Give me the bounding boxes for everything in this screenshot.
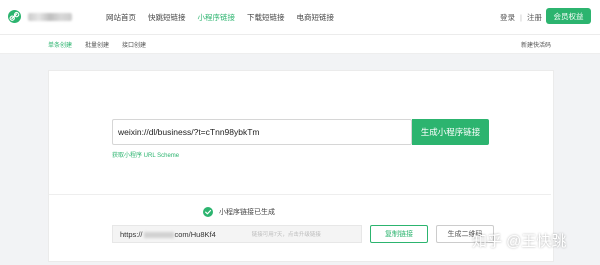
tab-api-create[interactable]: 接口创建 bbox=[122, 40, 146, 49]
url-input-field[interactable]: weixin://dl/business/?t=cTnn98ybkTm bbox=[112, 119, 412, 145]
register-link[interactable]: 注册 bbox=[527, 12, 542, 23]
login-link[interactable]: 登录 bbox=[500, 12, 515, 23]
auth-links: 登录 | 注册 bbox=[500, 12, 542, 23]
result-link-url: https:// com/Hu8Kf4 bbox=[120, 230, 216, 239]
generated-status: 小程序链接已生成 bbox=[203, 207, 275, 217]
auth-separator: | bbox=[520, 13, 522, 22]
nav-item-ecommerce-link[interactable]: 电商短链接 bbox=[297, 12, 335, 23]
new-quick-code-link[interactable]: 新建快活码 bbox=[521, 40, 551, 49]
create-mode-tabs: 单条创建 批量创建 接口创建 新建快活码 bbox=[0, 35, 600, 54]
generated-status-text: 小程序链接已生成 bbox=[219, 209, 275, 216]
site-name-blurred bbox=[28, 13, 72, 21]
vip-benefits-button[interactable]: 会员权益 bbox=[546, 8, 591, 24]
nav-item-miniprogram-link[interactable]: 小程序链接 bbox=[198, 12, 236, 23]
link-validity-note: 链接可用7天，点击升级链接 bbox=[251, 232, 321, 238]
url-mask bbox=[143, 231, 174, 238]
check-circle-icon bbox=[203, 207, 213, 217]
nav-item-download-link[interactable]: 下载短链接 bbox=[247, 12, 285, 23]
result-url-suffix: com/Hu8Kf4 bbox=[174, 229, 216, 239]
generate-link-button[interactable]: 生成小程序链接 bbox=[412, 119, 489, 145]
result-url-prefix: https:// bbox=[120, 229, 143, 239]
get-url-scheme-link[interactable]: 获取小程序 URL Scheme bbox=[112, 150, 179, 159]
nav-item-quick-link[interactable]: 快跳短链接 bbox=[148, 12, 186, 23]
watermark: 知乎 @王快跳 bbox=[472, 233, 567, 250]
tab-single-create[interactable]: 单条创建 bbox=[48, 40, 72, 49]
tab-batch-create[interactable]: 批量创建 bbox=[85, 40, 109, 49]
result-link-box[interactable]: https:// com/Hu8Kf4 链接可用7天，点击升级链接 bbox=[112, 225, 362, 243]
copy-link-button[interactable]: 复制链接 bbox=[370, 225, 428, 243]
divider bbox=[49, 194, 551, 195]
nav-item-home[interactable]: 网站首页 bbox=[106, 12, 136, 23]
top-navbar: 网站首页 快跳短链接 小程序链接 下载短链接 电商短链接 登录 | 注册 会员权… bbox=[0, 0, 600, 35]
link-logo-icon[interactable] bbox=[8, 10, 21, 23]
url-input-value: weixin://dl/business/?t=cTnn98ybkTm bbox=[118, 127, 260, 137]
main-nav: 网站首页 快跳短链接 小程序链接 下载短链接 电商短链接 bbox=[106, 12, 346, 23]
